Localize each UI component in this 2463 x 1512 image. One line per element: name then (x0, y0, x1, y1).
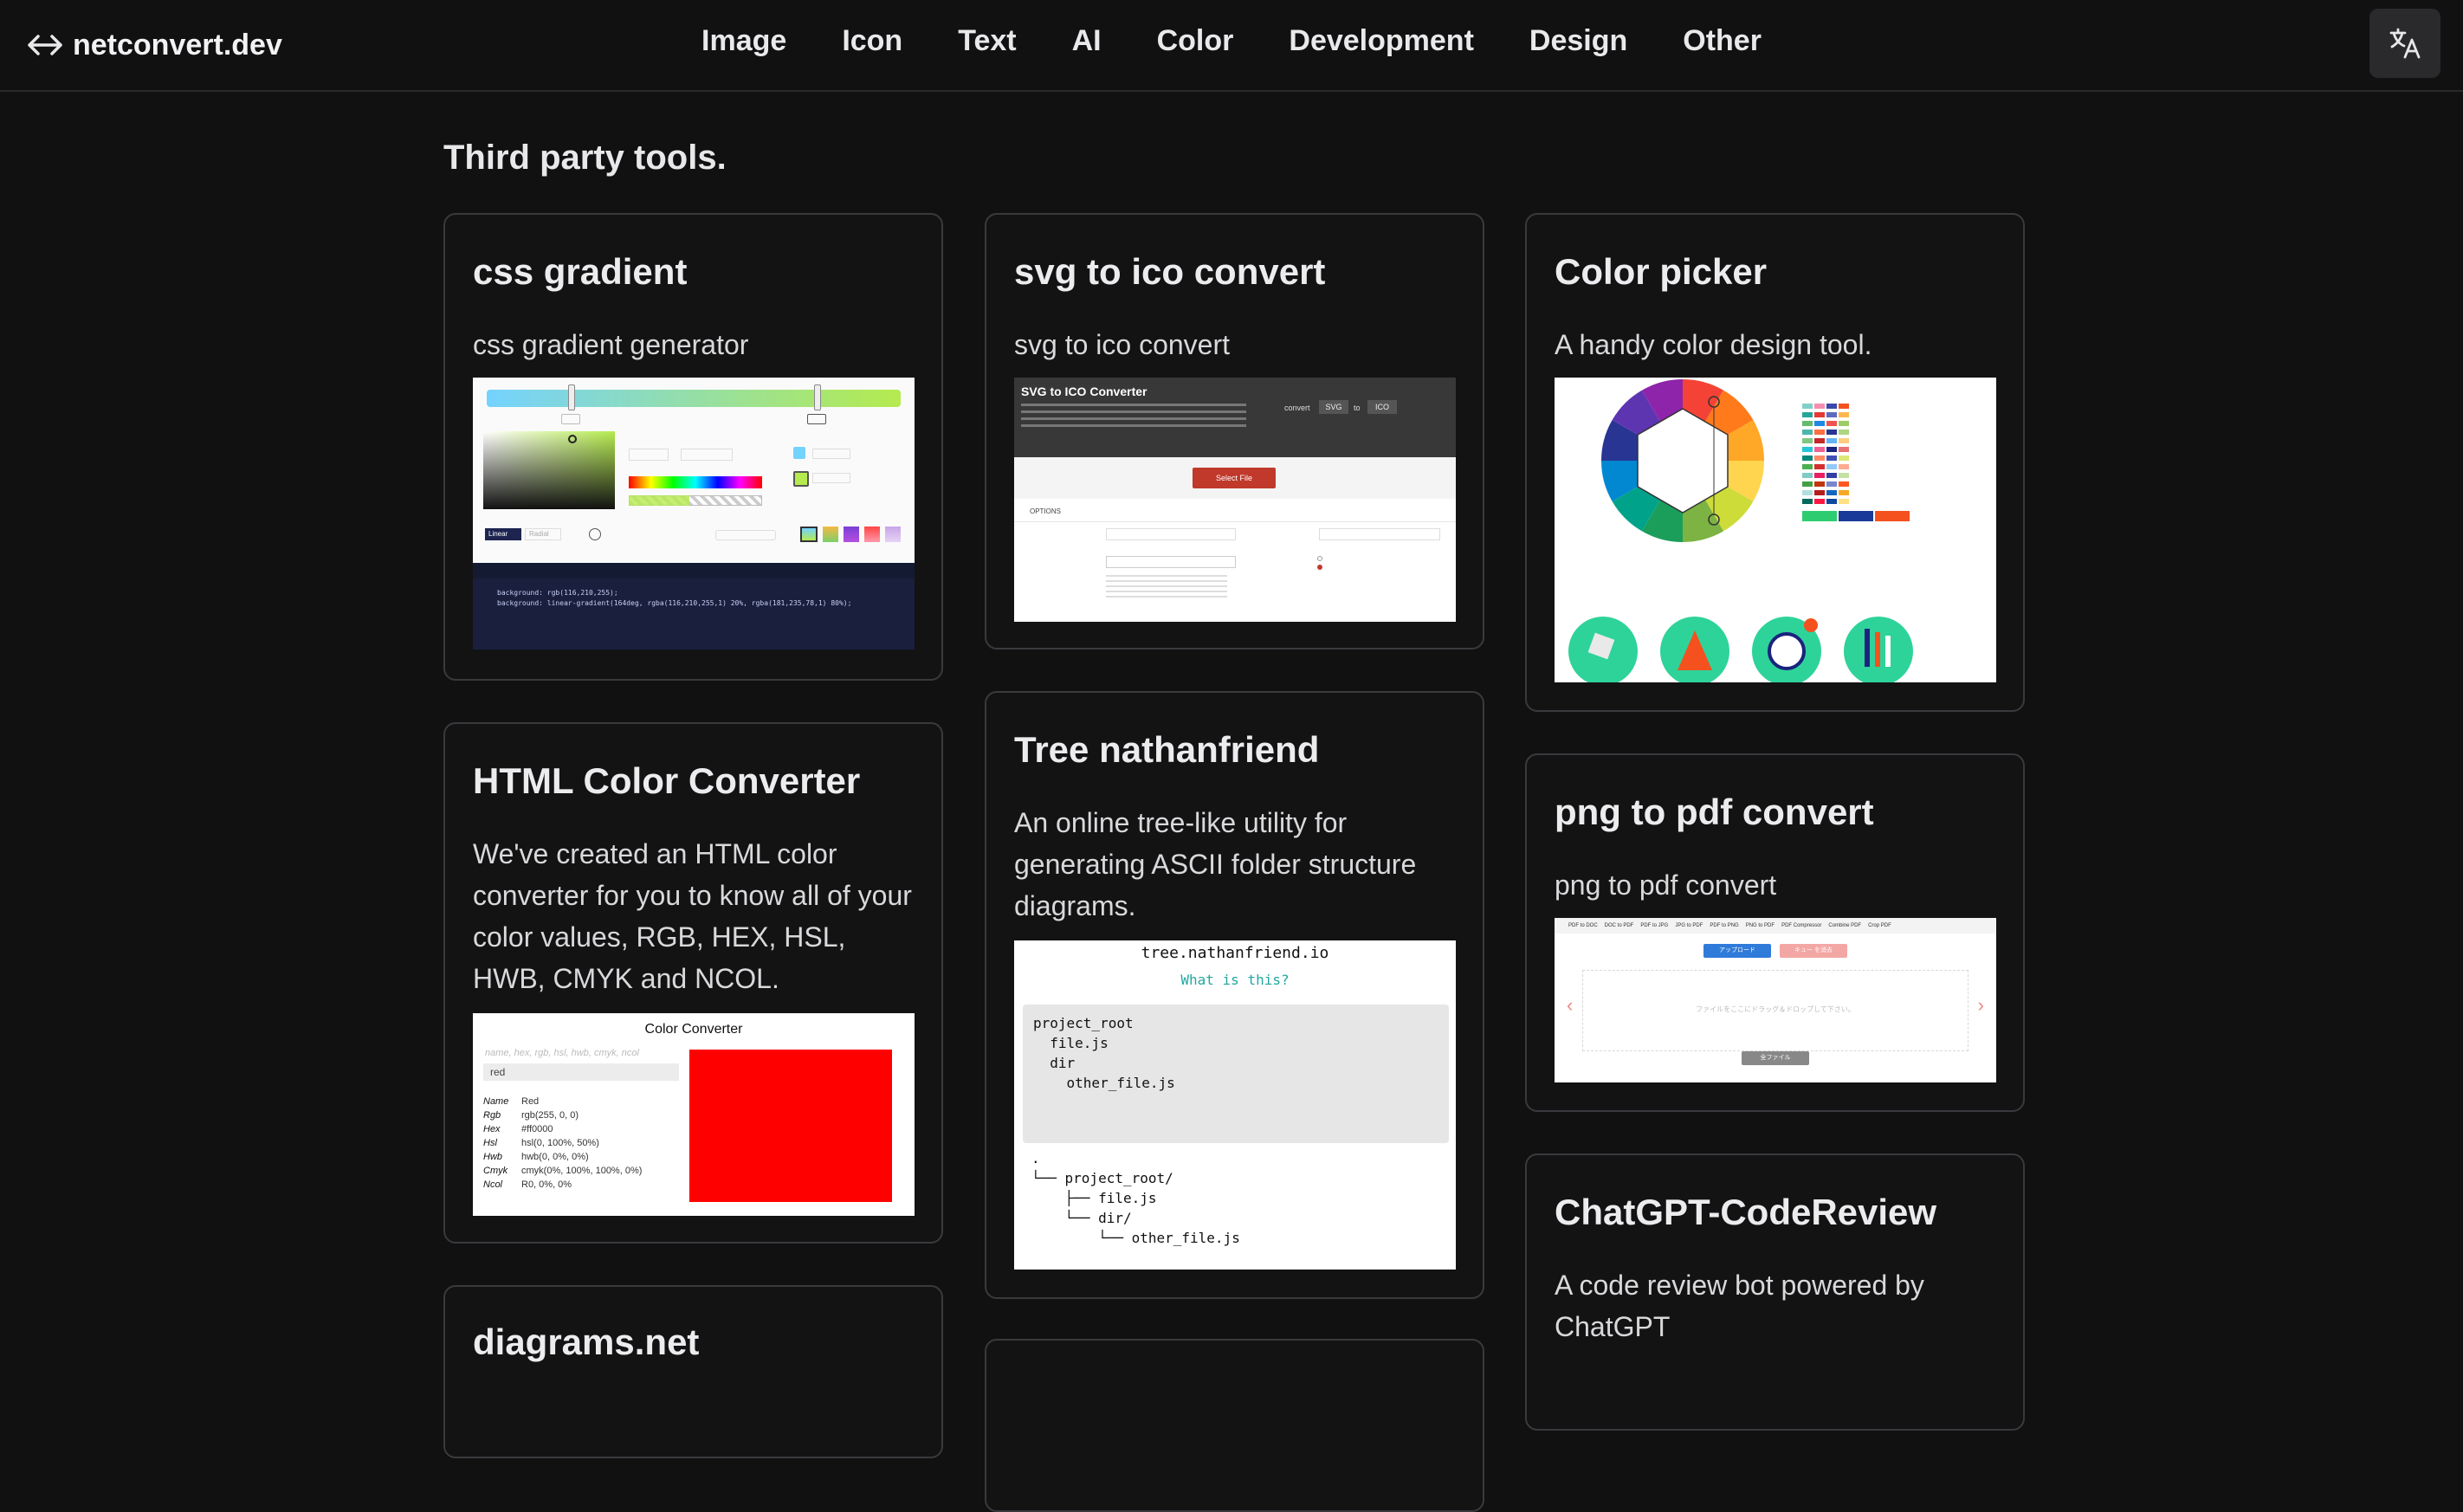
color-value-row: Cmyk cmyk(0%, 100%, 100%, 0%) (483, 1164, 691, 1178)
color-value-row: Ncol R0, 0%, 0% (483, 1178, 691, 1192)
tree-screenshot: tree.nathanfriend.io What is this? proje… (1014, 940, 1456, 1270)
card-description: svg to ico convert (1014, 329, 1230, 360)
nav-item-image[interactable]: Image (701, 24, 786, 58)
pdf-tool-tabs: PDF to DOC DOC to PDF PDF to JPG JPG to PDF… (1555, 918, 1996, 934)
color-values-list: Name Red Rgb rgb(255, 0, 0) Hex #ff0000 Hsl hsl… (483, 1095, 691, 1192)
tool-card-tree-nathanfriend[interactable]: Tree nathanfriend An online tree-like ut… (985, 691, 1484, 1299)
color-value-row: Hsl hsl(0, 100%, 50%) (483, 1136, 691, 1150)
tool-card-diagrams-net[interactable]: diagrams.net (443, 1285, 943, 1458)
card-title: ChatGPT-CodeReview (1555, 1192, 1937, 1232)
nav-item-design[interactable]: Design (1529, 24, 1627, 58)
pdf-tool-tab: DOC to PDF (1604, 923, 1634, 928)
card-title: HTML Color Converter (473, 760, 861, 801)
pdf-tool-tab: PDF Compressor (1781, 923, 1822, 928)
card-title: Color picker (1555, 251, 1768, 292)
color-value-text: #ff0000 (521, 1124, 553, 1134)
color-value-key: Ncol (483, 1179, 503, 1190)
html-color-converter-screenshot: Color Converter name, hex, rgb, hsl, hwb… (473, 1013, 915, 1216)
nav-item-ai[interactable]: AI (1072, 24, 1102, 58)
prev-arrow-icon: ‹ (1567, 994, 1574, 1016)
card-description: css gradient generator (473, 329, 749, 360)
color-value-text: Red (521, 1096, 540, 1107)
png-to-pdf-screenshot: PDF to DOC DOC to PDF PDF to JPG JPG to PDF… (1555, 918, 1996, 1082)
nav-item-color[interactable]: Color (1157, 24, 1234, 58)
tool-card-color-picker[interactable]: Color picker A handy color design tool. (1525, 213, 2025, 712)
css-code-line-2: background: linear-gradient(164deg, rgba… (497, 599, 852, 607)
tool-card-partial[interactable] (985, 1339, 1484, 1512)
css-gradient-screenshot: Linear Radial background: rgb(116,210,25… (473, 378, 915, 649)
next-arrow-icon: › (1977, 994, 1984, 1016)
color-value-key: Cmyk (483, 1166, 508, 1176)
card-title: svg to ico convert (1014, 251, 1326, 292)
card-title: css gradient (473, 251, 688, 292)
nav-item-other[interactable]: Other (1683, 24, 1762, 58)
svg-to-ico-screenshot: SVG to ICO Converter convert SVG to ICO … (1014, 378, 1456, 622)
tool-card-chatgpt-codereview[interactable]: ChatGPT-CodeReview A code review bot pow… (1525, 1153, 2025, 1431)
upload-button: アップロード (1703, 944, 1771, 958)
card-description: A code review bot powered by ChatGPT (1555, 1270, 1924, 1342)
color-value-key: Name (483, 1096, 509, 1107)
color-value-key: Hex (483, 1124, 501, 1134)
language-button[interactable] (2369, 9, 2440, 78)
color-picker-screenshot (1555, 378, 1996, 682)
card-description: png to pdf convert (1555, 869, 1777, 901)
what-is-this-link: What is this? (1180, 972, 1290, 988)
color-input: red (483, 1063, 679, 1081)
color-swatch (689, 1050, 892, 1202)
pdf-tool-tab: PDF to DOC (1568, 923, 1598, 928)
pdf-tool-tab: PDF to JPG (1640, 923, 1669, 928)
tree-site-name: tree.nathanfriend.io (1141, 944, 1329, 962)
pdf-tool-tab: PNG to PDF (1745, 923, 1775, 928)
css-code-line-1: background: rgb(116,210,255); (497, 589, 618, 597)
color-value-text: R0, 0%, 0% (521, 1179, 572, 1190)
color-value-key: Hwb (483, 1152, 503, 1162)
select-file-button: Select File (1193, 468, 1276, 488)
color-value-row: Name Red (483, 1095, 691, 1108)
radial-toggle: Radial (525, 528, 561, 540)
nav-item-icon[interactable]: Icon (842, 24, 902, 58)
pdf-tool-tab: Crop PDF (1868, 923, 1891, 928)
card-title: png to pdf convert (1555, 792, 1874, 832)
color-value-text: cmyk(0%, 100%, 100%, 0%) (521, 1166, 643, 1176)
tool-card-png-to-pdf[interactable]: png to pdf convert png to pdf convert PD… (1525, 753, 2025, 1112)
tree-input-area: project_root file.js dir other_file.js (1023, 1005, 1449, 1143)
card-description: A handy color design tool. (1555, 329, 1872, 360)
converter-heading: Color Converter (644, 1022, 743, 1037)
color-value-row: Hex #ff0000 (483, 1122, 691, 1136)
color-value-text: rgb(255, 0, 0) (521, 1110, 579, 1121)
all-files-button: 全ファイル (1742, 1051, 1809, 1065)
color-value-text: hsl(0, 100%, 50%) (521, 1138, 599, 1148)
top-navigation-bar: netconvert.dev Image Icon Text AI Color … (0, 0, 2463, 92)
card-description: We've created an HTML color converter fo… (473, 838, 912, 994)
color-value-row: Hwb hwb(0, 0%, 0%) (483, 1150, 691, 1164)
card-title: Tree nathanfriend (1014, 729, 1320, 770)
translate-icon (2389, 28, 2421, 59)
color-value-row: Rgb rgb(255, 0, 0) (483, 1108, 691, 1122)
main-nav: Image Icon Text AI Color Development Des… (0, 24, 2463, 58)
tool-card-html-color-converter[interactable]: HTML Color Converter We've created an HT… (443, 722, 943, 1244)
card-title: diagrams.net (473, 1321, 700, 1362)
tool-card-css-gradient[interactable]: css gradient css gradient generator Line… (443, 213, 943, 681)
clear-queue-button: キュー を消去 (1780, 944, 1847, 958)
pdf-tool-tab: Combine PDF (1828, 923, 1862, 928)
tool-card-svg-to-ico[interactable]: svg to ico convert svg to ico convert SV… (985, 213, 1484, 649)
nav-item-development[interactable]: Development (1289, 24, 1474, 58)
pdf-tool-tab: JPG to PDF (1675, 923, 1703, 928)
pdf-tool-tab: PDF to PNG (1710, 923, 1739, 928)
color-value-key: Hsl (483, 1138, 497, 1148)
converter-heading: SVG to ICO Converter (1021, 384, 1147, 398)
nav-item-text[interactable]: Text (958, 24, 1016, 58)
card-description: An online tree-like utility for generati… (1014, 807, 1417, 921)
section-title: Third party tools. (443, 139, 727, 177)
drop-zone-text: ファイルをここにドラッグ＆ドロップして下さい。 (1696, 1005, 1855, 1013)
color-value-key: Rgb (483, 1110, 501, 1121)
color-value-text: hwb(0, 0%, 0%) (521, 1152, 589, 1162)
tree-output: . └── project_root/ ├── file.js └── dir/… (1031, 1150, 1240, 1246)
linear-toggle: Linear (485, 528, 521, 540)
